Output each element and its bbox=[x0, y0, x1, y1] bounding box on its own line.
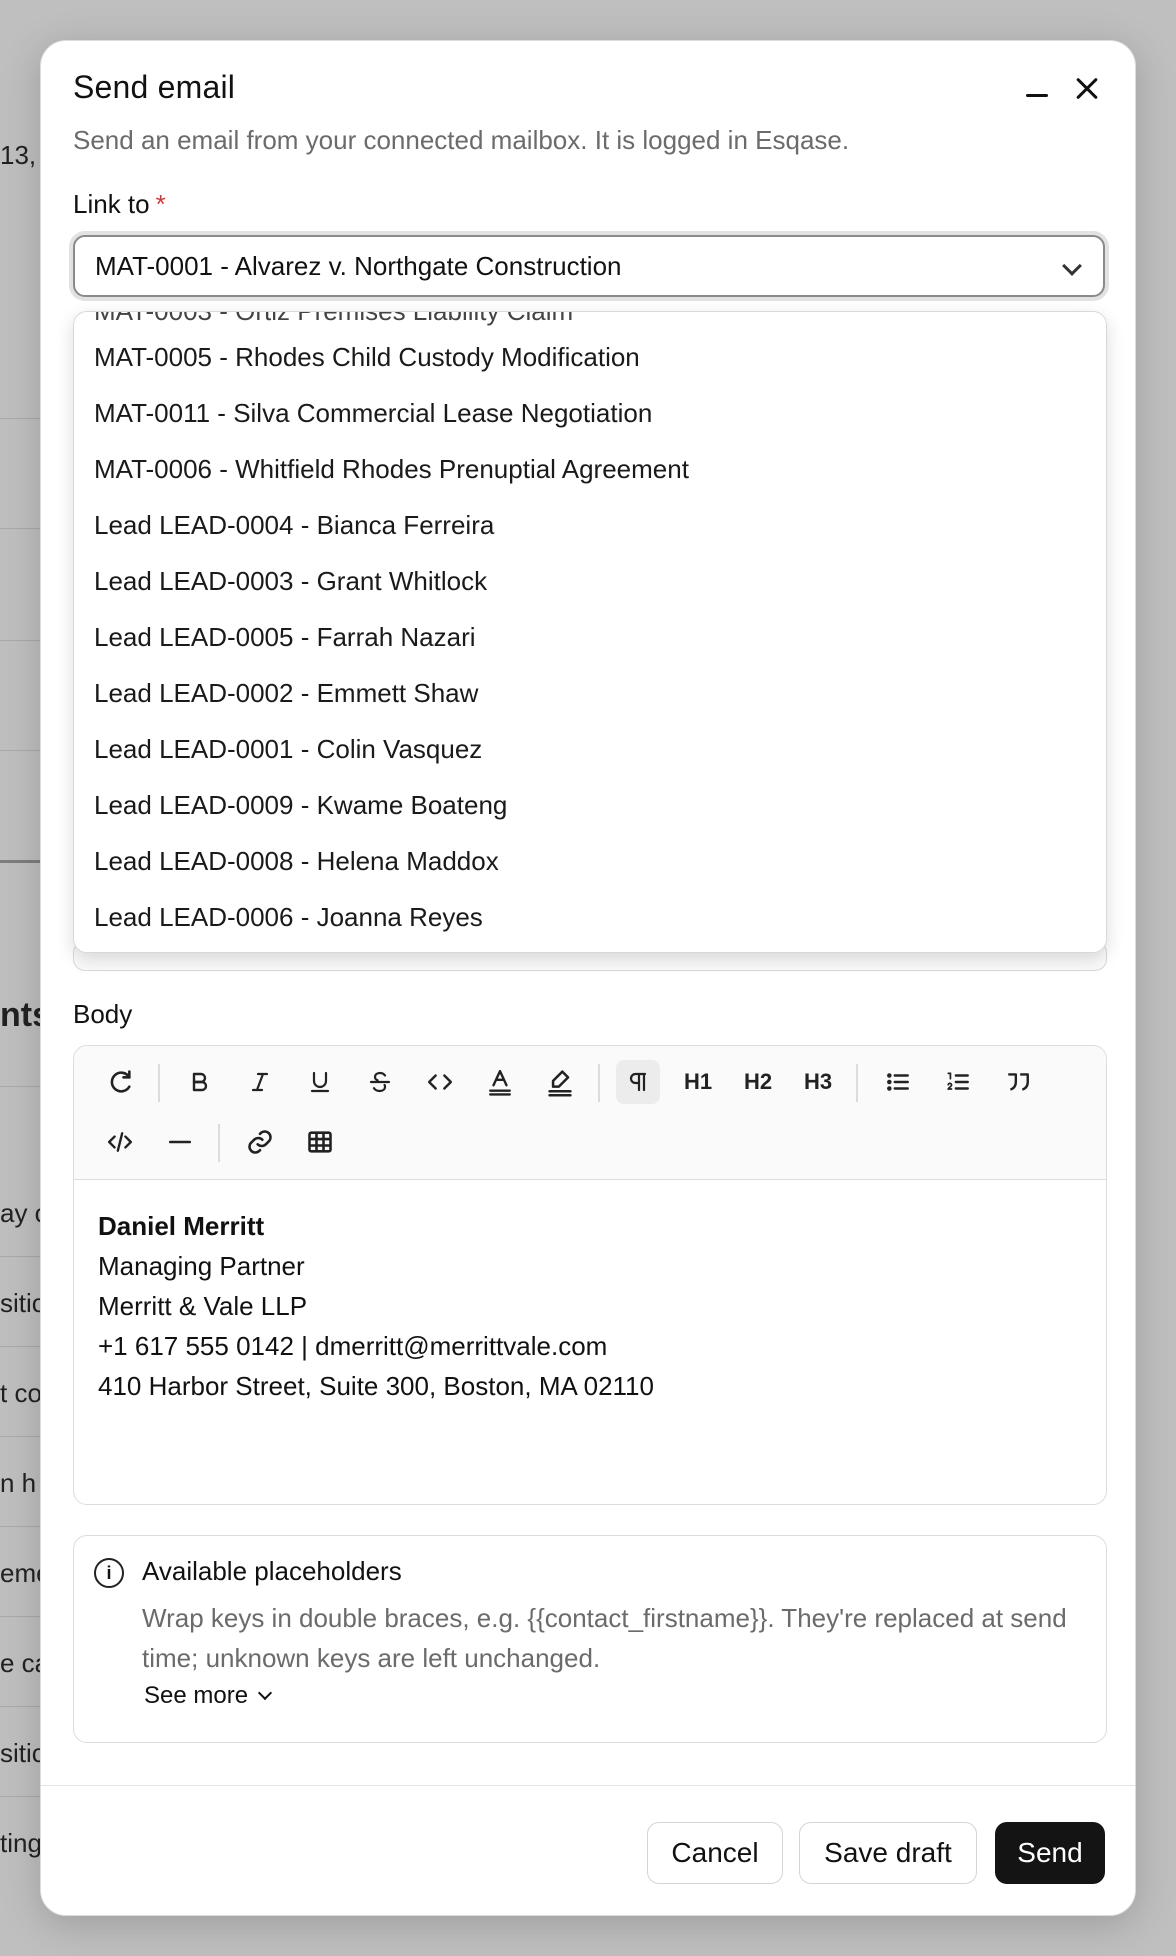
text-color-icon[interactable] bbox=[478, 1060, 522, 1104]
dropdown-option[interactable]: Lead LEAD-0003 - Grant Whitlock bbox=[94, 566, 487, 597]
signature-role: Managing Partner bbox=[98, 1251, 305, 1281]
dropdown-option[interactable]: Lead LEAD-0009 - Kwame Boateng bbox=[94, 790, 507, 821]
redo-icon[interactable] bbox=[98, 1060, 142, 1104]
placeholders-info: i Available placeholders Wrap keys in do… bbox=[73, 1535, 1107, 1743]
dropdown-option[interactable]: Lead LEAD-0001 - Colin Vasquez bbox=[94, 734, 482, 765]
link-icon[interactable] bbox=[238, 1120, 282, 1164]
code-icon[interactable] bbox=[418, 1060, 462, 1104]
heading-2-button[interactable]: H2 bbox=[736, 1060, 780, 1104]
highlight-icon[interactable] bbox=[538, 1060, 582, 1104]
link-to-dropdown[interactable]: MAT-0003 - Ortiz Premises Liability Clai… bbox=[73, 311, 1107, 953]
minimize-icon[interactable] bbox=[1023, 81, 1051, 109]
info-icon: i bbox=[94, 1558, 124, 1588]
strikethrough-icon[interactable] bbox=[358, 1060, 402, 1104]
link-to-label-text: Link to bbox=[73, 189, 150, 219]
required-mark: * bbox=[155, 189, 166, 219]
placeholders-title: Available placeholders bbox=[142, 1556, 402, 1586]
horizontal-rule-icon[interactable] bbox=[158, 1120, 202, 1164]
dialog-description: Send an email from your connected mailbo… bbox=[73, 125, 850, 155]
blockquote-icon[interactable] bbox=[996, 1060, 1040, 1104]
paragraph-icon[interactable] bbox=[616, 1060, 660, 1104]
chevron-down-icon bbox=[1062, 256, 1082, 276]
code-block-icon[interactable] bbox=[98, 1120, 142, 1164]
close-icon[interactable] bbox=[1069, 71, 1105, 107]
table-icon[interactable] bbox=[298, 1120, 342, 1164]
editor-content[interactable]: Daniel Merritt Managing Partner Merritt … bbox=[98, 1206, 654, 1406]
dropdown-option[interactable]: MAT-0005 - Rhodes Child Custody Modifica… bbox=[94, 342, 640, 373]
dialog-footer: Cancel Save draft Send bbox=[41, 1785, 1135, 1915]
dropdown-option[interactable]: Lead LEAD-0004 - Bianca Ferreira bbox=[94, 510, 494, 541]
heading-1-button[interactable]: H1 bbox=[676, 1060, 720, 1104]
toolbar-divider bbox=[856, 1064, 858, 1102]
link-to-label: Link to * bbox=[73, 189, 166, 220]
bold-icon[interactable] bbox=[178, 1060, 222, 1104]
dropdown-option[interactable]: Lead LEAD-0008 - Helena Maddox bbox=[94, 846, 499, 877]
see-more-label: See more bbox=[144, 1682, 249, 1709]
dropdown-option[interactable]: MAT-0006 - Whitfield Rhodes Prenuptial A… bbox=[94, 454, 689, 485]
heading-3-button[interactable]: H3 bbox=[796, 1060, 840, 1104]
signature-contact: +1 617 555 0142 | dmerritt@merrittvale.c… bbox=[98, 1331, 608, 1361]
dropdown-option[interactable]: Lead LEAD-0006 - Joanna Reyes bbox=[94, 902, 483, 933]
dropdown-option[interactable]: MAT-0003 - Ortiz Premises Liability Clai… bbox=[94, 312, 573, 327]
ordered-list-icon[interactable] bbox=[936, 1060, 980, 1104]
link-to-select[interactable]: MAT-0001 - Alvarez v. Northgate Construc… bbox=[73, 235, 1105, 297]
see-more-button[interactable]: See more bbox=[144, 1682, 273, 1710]
dropdown-option[interactable]: Lead LEAD-0005 - Farrah Nazari bbox=[94, 622, 476, 653]
cancel-button[interactable]: Cancel bbox=[647, 1822, 783, 1884]
signature-firm: Merritt & Vale LLP bbox=[98, 1291, 308, 1321]
placeholders-description: Wrap keys in double braces, e.g. {{conta… bbox=[142, 1603, 1067, 1673]
signature-name: Daniel Merritt bbox=[98, 1211, 265, 1241]
send-button[interactable]: Send bbox=[995, 1822, 1105, 1884]
save-draft-button[interactable]: Save draft bbox=[799, 1822, 977, 1884]
editor-toolbar: H1 H2 H3 bbox=[74, 1046, 1106, 1180]
dropdown-option[interactable]: Lead LEAD-0002 - Emmett Shaw bbox=[94, 678, 478, 709]
bullet-list-icon[interactable] bbox=[876, 1060, 920, 1104]
toolbar-divider bbox=[218, 1124, 220, 1162]
dialog-title: Send email bbox=[73, 69, 236, 105]
italic-icon[interactable] bbox=[238, 1060, 282, 1104]
chevron-down-icon bbox=[257, 1685, 273, 1701]
link-to-selected-value: MAT-0001 - Alvarez v. Northgate Construc… bbox=[95, 250, 622, 281]
body-label: Body bbox=[73, 999, 133, 1029]
send-email-dialog: Send email Send an email from your conne… bbox=[40, 40, 1136, 1916]
dropdown-option[interactable]: MAT-0011 - Silva Commercial Lease Negoti… bbox=[94, 398, 652, 429]
underline-icon[interactable] bbox=[298, 1060, 342, 1104]
signature-address: 410 Harbor Street, Suite 300, Boston, MA… bbox=[98, 1371, 654, 1401]
toolbar-divider bbox=[598, 1064, 600, 1102]
body-editor: H1 H2 H3 Daniel Merritt Managing Partner… bbox=[73, 1045, 1107, 1505]
toolbar-divider bbox=[158, 1064, 160, 1102]
